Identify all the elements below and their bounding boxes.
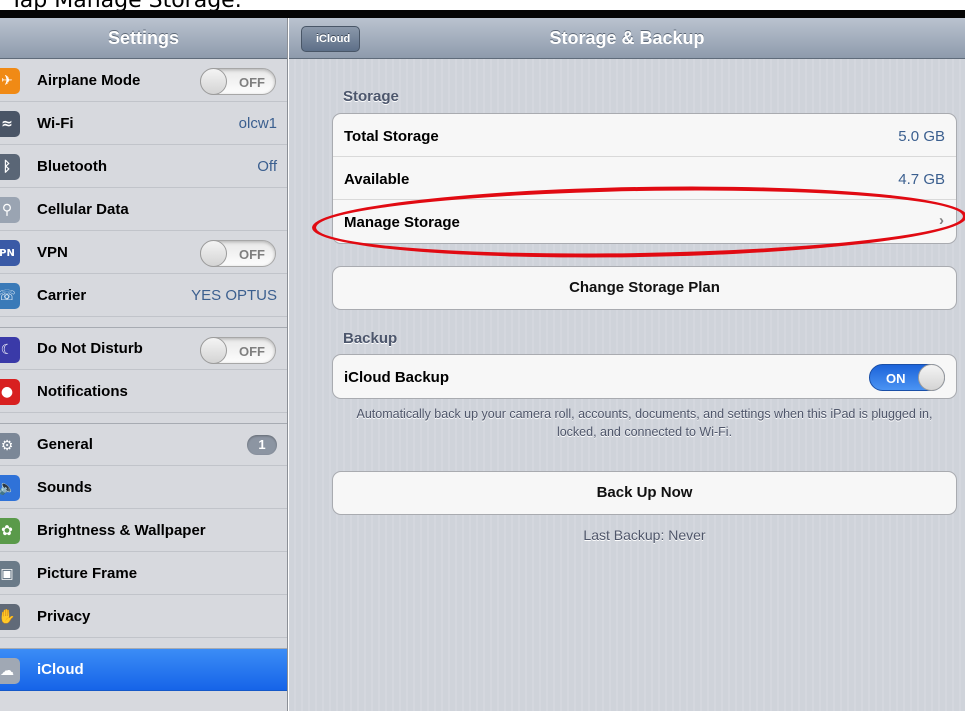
bluetooth-value: Off [257, 157, 277, 175]
settings-sidebar: Settings ✈ Airplane Mode OFF ≈ Wi-Fi olc… [0, 18, 288, 711]
sidebar-item-label: Carrier [37, 286, 87, 304]
flower-icon: ✿ [0, 518, 20, 544]
sidebar-item-label: Do Not Disturb [37, 340, 143, 357]
available-label: Available [344, 171, 410, 188]
antenna-icon: ⚲ [0, 197, 20, 223]
back-up-now-button[interactable]: Back Up Now [332, 471, 957, 515]
instruction-caption: Tap Manage Storage. [0, 0, 965, 10]
detail-navbar: Storage & Backup iCloud [289, 18, 965, 59]
manage-storage-row[interactable]: Manage Storage › [333, 200, 956, 243]
sidebar-item-notifications[interactable]: ● Notifications [0, 370, 287, 413]
sidebar-item-label: iCloud [37, 661, 84, 678]
backup-description: Automatically back up your camera roll, … [356, 407, 933, 439]
total-storage-label: Total Storage [344, 128, 439, 145]
hand-icon: ✋ [0, 604, 20, 630]
sidebar-item-label: Cellular Data [37, 200, 129, 218]
cloud-icon: ☁ [0, 658, 20, 684]
sidebar-item-wifi[interactable]: ≈ Wi-Fi olcw1 [0, 102, 287, 145]
total-storage-row: Total Storage 5.0 GB [333, 114, 956, 157]
sidebar-item-label: Sounds [37, 478, 92, 496]
switch-knob [200, 68, 227, 95]
general-badge: 1 [247, 435, 277, 455]
icloud-backup-switch[interactable]: ON [869, 364, 945, 391]
chevron-right-icon: › [939, 212, 944, 229]
sidebar-item-general[interactable]: ⚙ General 1 [0, 423, 287, 466]
sidebar-item-label: VPN [37, 243, 68, 261]
storage-section-header: Storage [343, 88, 399, 105]
bluetooth-icon: ᛒ [0, 154, 20, 180]
storage-group: Total Storage 5.0 GB Available 4.7 GB Ma… [332, 113, 957, 244]
wifi-icon: ≈ [0, 111, 20, 137]
sidebar-item-privacy[interactable]: ✋ Privacy [0, 595, 287, 638]
switch-state: OFF [239, 75, 265, 90]
backup-section-header: Backup [343, 330, 398, 347]
status-bar [0, 10, 965, 18]
wifi-network-value: olcw1 [238, 114, 277, 132]
sidebar-item-label: Privacy [37, 607, 91, 625]
page-title: Storage & Backup [549, 28, 705, 48]
sidebar-item-vpn[interactable]: PN VPN OFF [0, 231, 287, 274]
change-storage-plan-button[interactable]: Change Storage Plan [332, 266, 957, 310]
sidebar-item-label: Brightness & Wallpaper [37, 521, 206, 539]
switch-state: OFF [239, 344, 265, 359]
do-not-disturb-switch[interactable]: OFF [200, 337, 276, 364]
icloud-backup-label: iCloud Backup [344, 369, 450, 386]
airplane-icon: ✈ [0, 68, 20, 94]
switch-knob [918, 364, 945, 391]
sidebar-item-label: Notifications [37, 382, 128, 400]
sidebar-item-picture-frame[interactable]: ▣ Picture Frame [0, 552, 287, 595]
sidebar-item-brightness-wallpaper[interactable]: ✿ Brightness & Wallpaper [0, 509, 287, 552]
sidebar-item-carrier[interactable]: ☏ Carrier YES OPTUS [0, 274, 287, 317]
available-value: 4.7 GB [898, 171, 945, 188]
sidebar-item-label: Picture Frame [37, 564, 138, 582]
back-button-label: iCloud [316, 33, 351, 45]
switch-state: ON [886, 371, 906, 386]
sidebar-item-icloud[interactable]: ☁ iCloud [0, 648, 287, 691]
switch-knob [200, 240, 227, 267]
settings-list: ✈ Airplane Mode OFF ≈ Wi-Fi olcw1 ᛒ Blue… [0, 59, 287, 691]
sidebar-item-bluetooth[interactable]: ᛒ Bluetooth Off [0, 145, 287, 188]
gear-icon: ⚙ [0, 433, 20, 459]
notifications-icon: ● [0, 379, 20, 405]
sidebar-item-cellular-data[interactable]: ⚲ Cellular Data [0, 188, 287, 231]
picture-frame-icon: ▣ [0, 561, 20, 587]
carrier-value: YES OPTUS [191, 286, 277, 304]
last-backup-text: Last Backup: Never [583, 527, 706, 543]
sidebar-item-label: General [37, 436, 93, 453]
total-storage-value: 5.0 GB [898, 128, 945, 145]
speaker-icon: 🔈 [0, 475, 20, 501]
sidebar-title: Settings [0, 18, 287, 59]
caption-text: Tap Manage Storage. [10, 0, 242, 10]
sidebar-item-sounds[interactable]: 🔈 Sounds [0, 466, 287, 509]
available-row: Available 4.7 GB [333, 157, 956, 200]
sidebar-item-label: Airplane Mode [37, 71, 141, 89]
switch-knob [200, 337, 227, 364]
icloud-backup-row: iCloud Backup ON [333, 355, 956, 398]
back-button[interactable]: iCloud [301, 26, 361, 52]
switch-state: OFF [239, 247, 265, 262]
manage-storage-label: Manage Storage [344, 214, 460, 231]
sidebar-item-label: Bluetooth [37, 157, 107, 175]
sidebar-item-do-not-disturb[interactable]: ☾ Do Not Disturb OFF [0, 327, 287, 370]
sidebar-item-label: Wi-Fi [37, 114, 74, 132]
backup-group: iCloud Backup ON [332, 354, 957, 399]
storage-backup-pane: Storage & Backup iCloud Storage Total St… [289, 18, 965, 711]
moon-icon: ☾ [0, 337, 20, 363]
vpn-icon: PN [0, 240, 20, 266]
sidebar-item-airplane-mode[interactable]: ✈ Airplane Mode OFF [0, 59, 287, 102]
phone-icon: ☏ [0, 283, 20, 309]
airplane-mode-switch[interactable]: OFF [200, 68, 276, 95]
vpn-switch[interactable]: OFF [200, 240, 276, 267]
